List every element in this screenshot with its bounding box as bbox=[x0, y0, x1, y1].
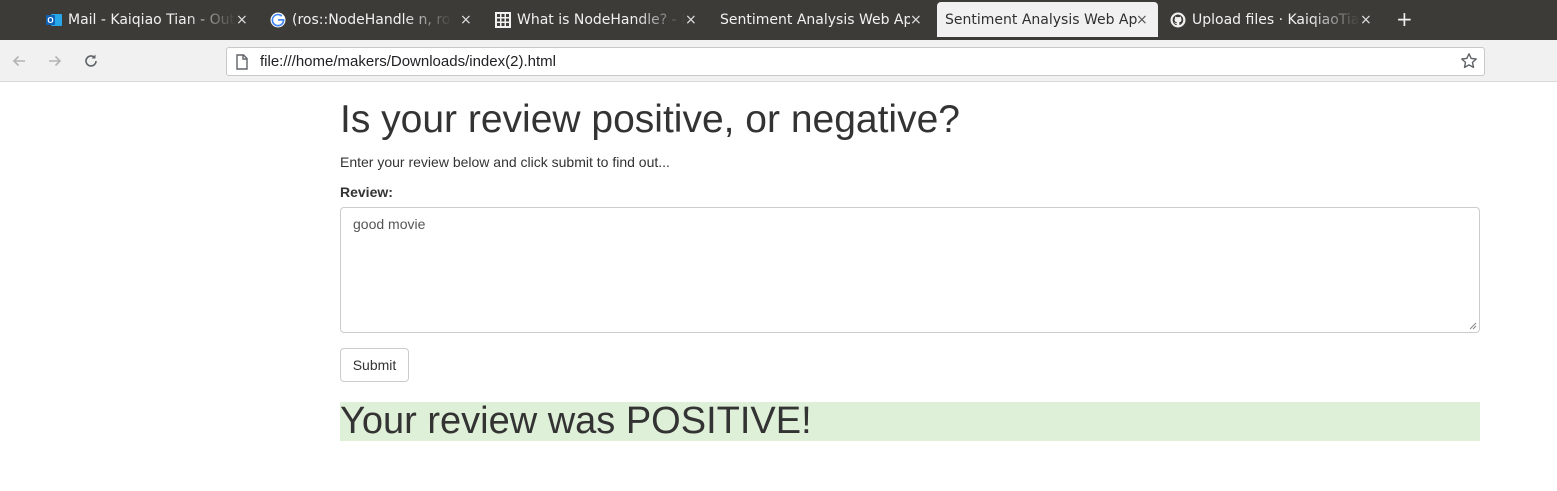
reload-icon bbox=[85, 54, 97, 67]
page-description: Enter your review below and click submit… bbox=[340, 154, 670, 170]
tab-title: (ros::NodeHandle n, ros::NodeHandle bbox=[292, 11, 452, 28]
address-bar[interactable]: file:///home/makers/Downloads/index(2).h… bbox=[226, 47, 1485, 76]
back-arrow-icon bbox=[12, 55, 25, 67]
tab-title: Mail - Kaiqiao Tian - Outlook bbox=[68, 11, 236, 28]
svg-text:O: O bbox=[47, 16, 53, 25]
bookmark-star-icon[interactable] bbox=[1460, 52, 1478, 74]
close-icon[interactable]: × bbox=[1360, 12, 1372, 28]
tab-strip: O Mail - Kaiqiao Tian - Outlook × (ros::… bbox=[0, 0, 1557, 40]
close-icon[interactable]: × bbox=[460, 12, 472, 28]
tab-ros-answers[interactable]: What is NodeHandle? - ROS Answers × bbox=[495, 2, 697, 37]
outlook-icon: O bbox=[46, 12, 62, 28]
page-title: Is your review positive, or negative? bbox=[340, 98, 960, 141]
reload-button[interactable] bbox=[80, 50, 102, 72]
review-textarea[interactable]: good movie bbox=[340, 207, 1480, 333]
result-text: Your review was POSITIVE! bbox=[340, 400, 812, 442]
tab-title: What is NodeHandle? - ROS Answers bbox=[517, 11, 685, 28]
resize-grip-icon[interactable] bbox=[1467, 320, 1477, 330]
close-icon[interactable]: × bbox=[236, 12, 248, 28]
back-button[interactable] bbox=[8, 50, 30, 72]
review-text: good movie bbox=[353, 216, 426, 232]
tab-title: Upload files · KaiqiaoTian bbox=[1192, 11, 1360, 28]
tab-outlook-mail[interactable]: O Mail - Kaiqiao Tian - Outlook × bbox=[46, 2, 248, 37]
tab-github-upload[interactable]: Upload files · KaiqiaoTian × bbox=[1170, 2, 1372, 37]
ros-answers-icon bbox=[495, 11, 511, 28]
new-tab-button[interactable]: + bbox=[1396, 8, 1413, 30]
result-banner: Your review was POSITIVE! bbox=[340, 402, 1480, 441]
tab-title: Sentiment Analysis Web App bbox=[945, 11, 1137, 28]
github-icon bbox=[1170, 12, 1186, 28]
forward-arrow-icon bbox=[49, 55, 62, 67]
review-label: Review: bbox=[340, 184, 393, 200]
submit-button[interactable]: Submit bbox=[340, 348, 409, 382]
google-icon bbox=[270, 12, 286, 28]
forward-button[interactable] bbox=[44, 50, 66, 72]
close-icon[interactable]: × bbox=[910, 12, 922, 28]
url-text: file:///home/makers/Downloads/index(2).h… bbox=[260, 53, 556, 70]
close-icon[interactable]: × bbox=[1136, 12, 1148, 28]
tab-sentiment-app-1[interactable]: Sentiment Analysis Web App × bbox=[720, 2, 922, 37]
tab-sentiment-app-active[interactable]: Sentiment Analysis Web App × bbox=[937, 2, 1158, 37]
close-icon[interactable]: × bbox=[685, 12, 697, 28]
tab-google-search[interactable]: (ros::NodeHandle n, ros::NodeHandle × bbox=[270, 2, 472, 37]
page-icon bbox=[235, 54, 249, 74]
tab-title: Sentiment Analysis Web App bbox=[720, 11, 910, 28]
browser-toolbar: file:///home/makers/Downloads/index(2).h… bbox=[0, 40, 1557, 82]
